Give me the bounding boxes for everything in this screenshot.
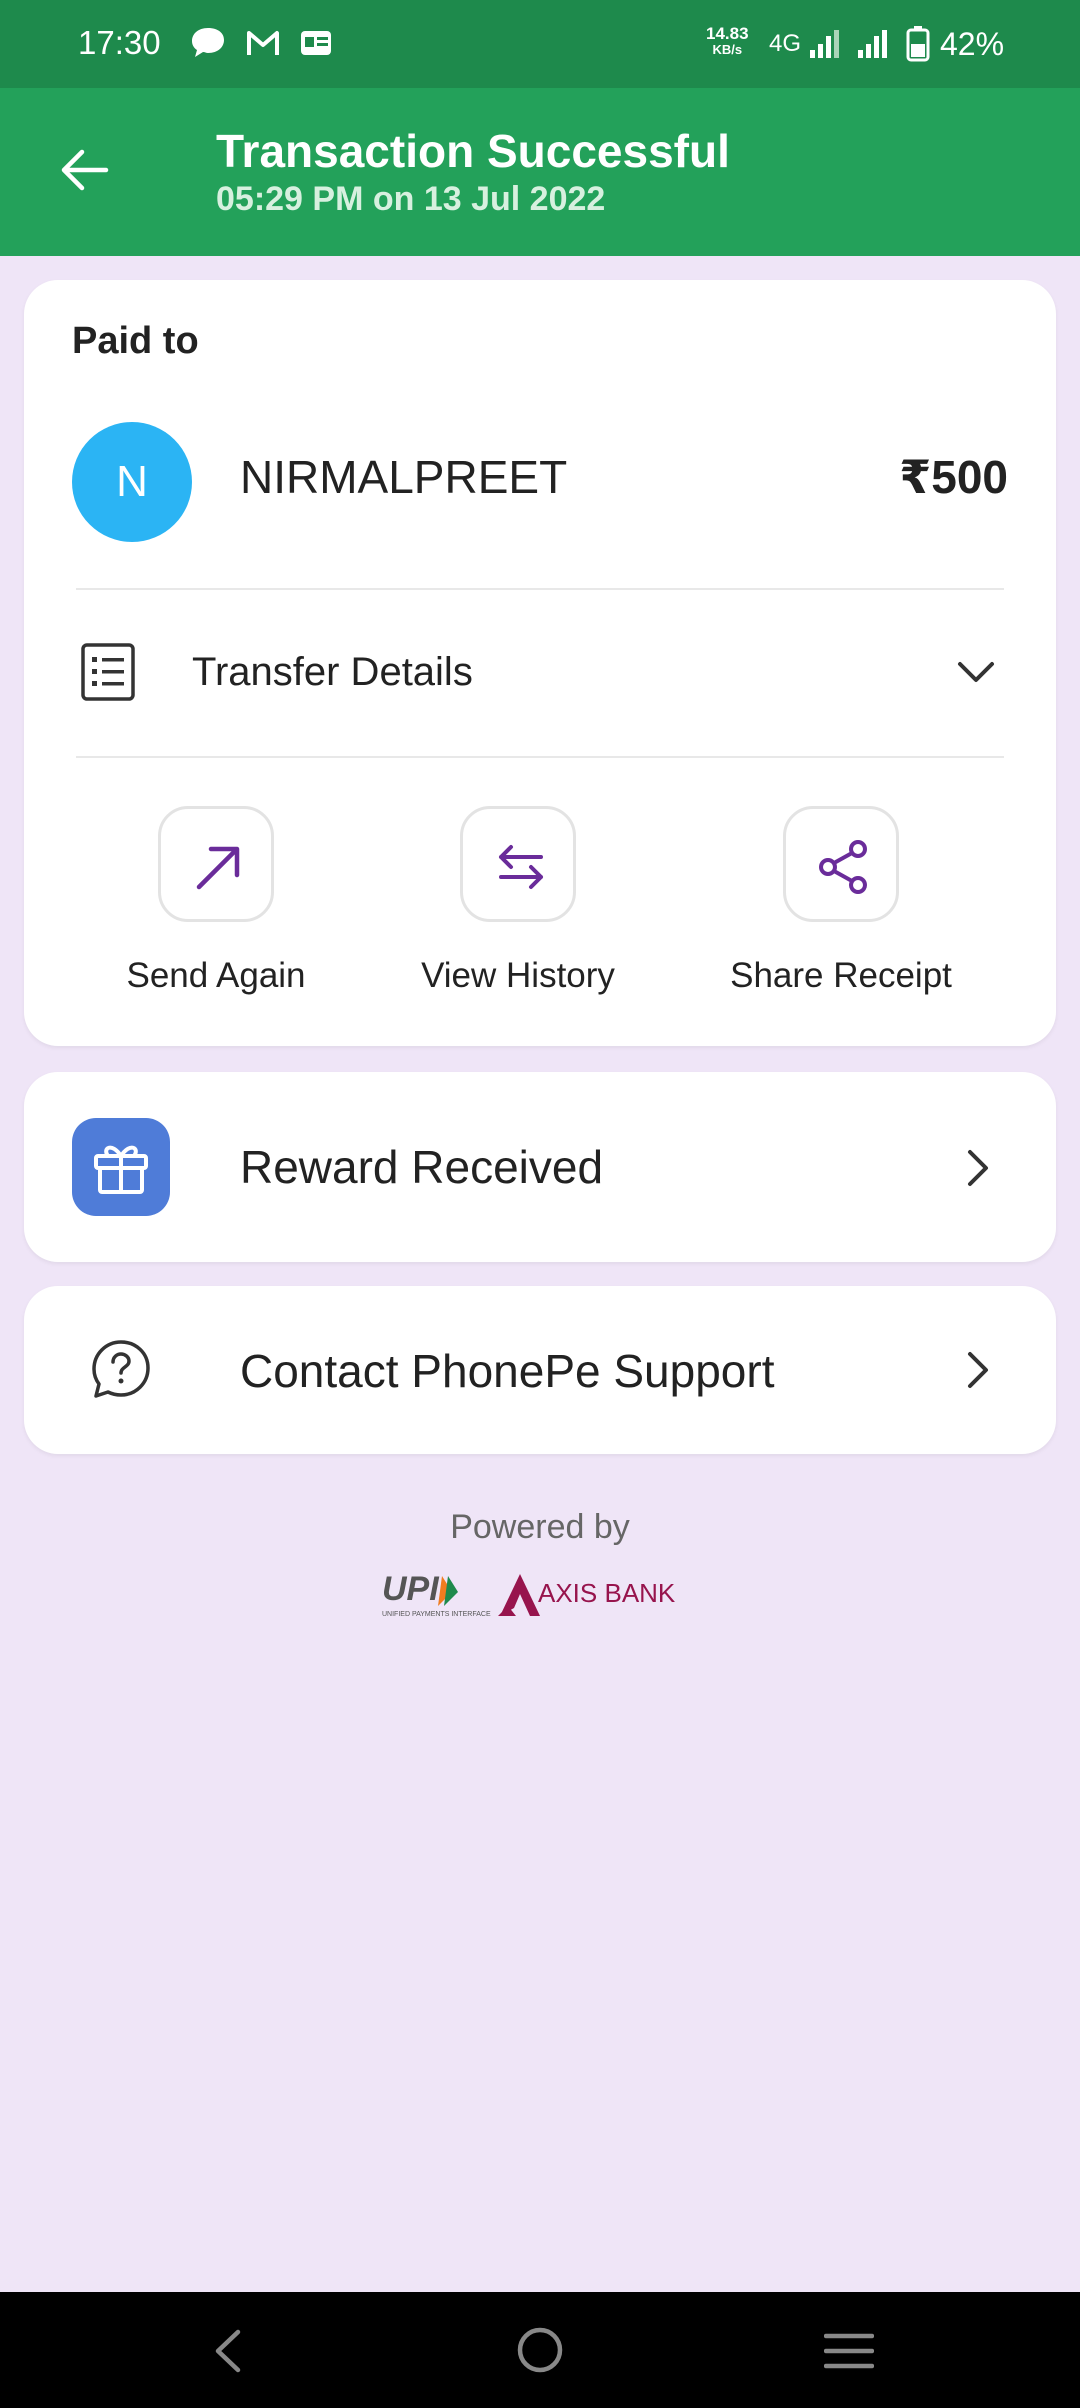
view-history-icon-box [460, 806, 576, 922]
swap-arrows-icon [499, 845, 543, 889]
send-again-label: Send Again [126, 956, 306, 995]
upi-logo: UPI UNIFIED PAYMENTS INTERFACE [382, 1570, 491, 1618]
view-history-label: View History [421, 956, 615, 995]
svg-text:UPI: UPI [382, 1570, 440, 1608]
contact-support-row[interactable]: Contact PhonePe Support [24, 1286, 1056, 1454]
notification-icons [190, 26, 332, 60]
contact-support-label: Contact PhonePe Support [240, 1345, 775, 1397]
powered-by-label: Powered by [450, 1508, 630, 1546]
battery-percent: 42% [940, 26, 1005, 62]
message-icon [192, 28, 224, 57]
share-receipt-button[interactable]: Share Receipt [721, 806, 961, 1006]
transaction-timestamp: 05:29 PM on 13 Jul 2022 [216, 180, 606, 218]
send-again-button[interactable]: Send Again [96, 806, 336, 1006]
signal-icon [810, 30, 839, 58]
nav-home-icon[interactable] [516, 2326, 564, 2374]
receipt-list-icon [81, 643, 135, 701]
page-title: Transaction Successful [216, 125, 730, 177]
signal-icon-2 [858, 30, 887, 58]
help-icon [92, 1340, 150, 1398]
action-row: Send Again View History Share Receipt [24, 806, 1056, 1006]
network-speed: 14.83 KB/s [706, 24, 749, 57]
network-type: 4G [769, 30, 802, 57]
transfer-details-toggle[interactable]: Transfer Details [24, 590, 1056, 756]
payment-card: Paid to N NIRMALPREET ₹500 Transfer Deta… [24, 280, 1056, 1046]
reward-received-label: Reward Received [240, 1141, 604, 1193]
battery-icon [906, 26, 930, 62]
payee-name: NIRMALPREET [240, 451, 568, 503]
chevron-down-icon [958, 662, 994, 682]
status-time: 17:30 [78, 24, 161, 61]
avatar: N [72, 422, 192, 542]
gift-icon-box [72, 1118, 170, 1216]
axis-bank-logo: AXIS BANK [498, 1574, 676, 1616]
payment-partner-logos: UPI UNIFIED PAYMENTS INTERFACE AXIS BANK [382, 1570, 676, 1618]
svg-text:AXIS BANK: AXIS BANK [538, 1578, 676, 1608]
nav-recents-icon[interactable] [824, 2332, 874, 2370]
chevron-right-icon [968, 1352, 988, 1388]
nav-back-icon[interactable] [212, 2328, 244, 2374]
gmail-icon [247, 31, 279, 55]
share-receipt-icon-box [783, 806, 899, 922]
divider [76, 756, 1004, 758]
chevron-right-icon [968, 1150, 988, 1186]
reward-received-row[interactable]: Reward Received [24, 1072, 1056, 1262]
gift-icon [94, 1145, 148, 1194]
amount: ₹500 [899, 451, 1008, 503]
news-icon [301, 31, 331, 55]
share-icon [819, 840, 867, 894]
send-arrow-icon [196, 846, 240, 890]
send-again-icon-box [158, 806, 274, 922]
share-receipt-label: Share Receipt [730, 956, 952, 995]
app-bar: Transaction Successful 05:29 PM on 13 Ju… [0, 88, 1080, 256]
paid-to-label: Paid to [72, 320, 199, 362]
back-arrow-icon[interactable] [56, 142, 112, 198]
system-nav-bar [0, 2292, 1080, 2408]
view-history-button[interactable]: View History [398, 806, 638, 1006]
status-bar: 17:30 14.83 KB/s 4G 42% [0, 0, 1080, 88]
svg-text:UNIFIED PAYMENTS INTERFACE: UNIFIED PAYMENTS INTERFACE [382, 1611, 491, 1618]
transfer-details-label: Transfer Details [192, 650, 473, 694]
